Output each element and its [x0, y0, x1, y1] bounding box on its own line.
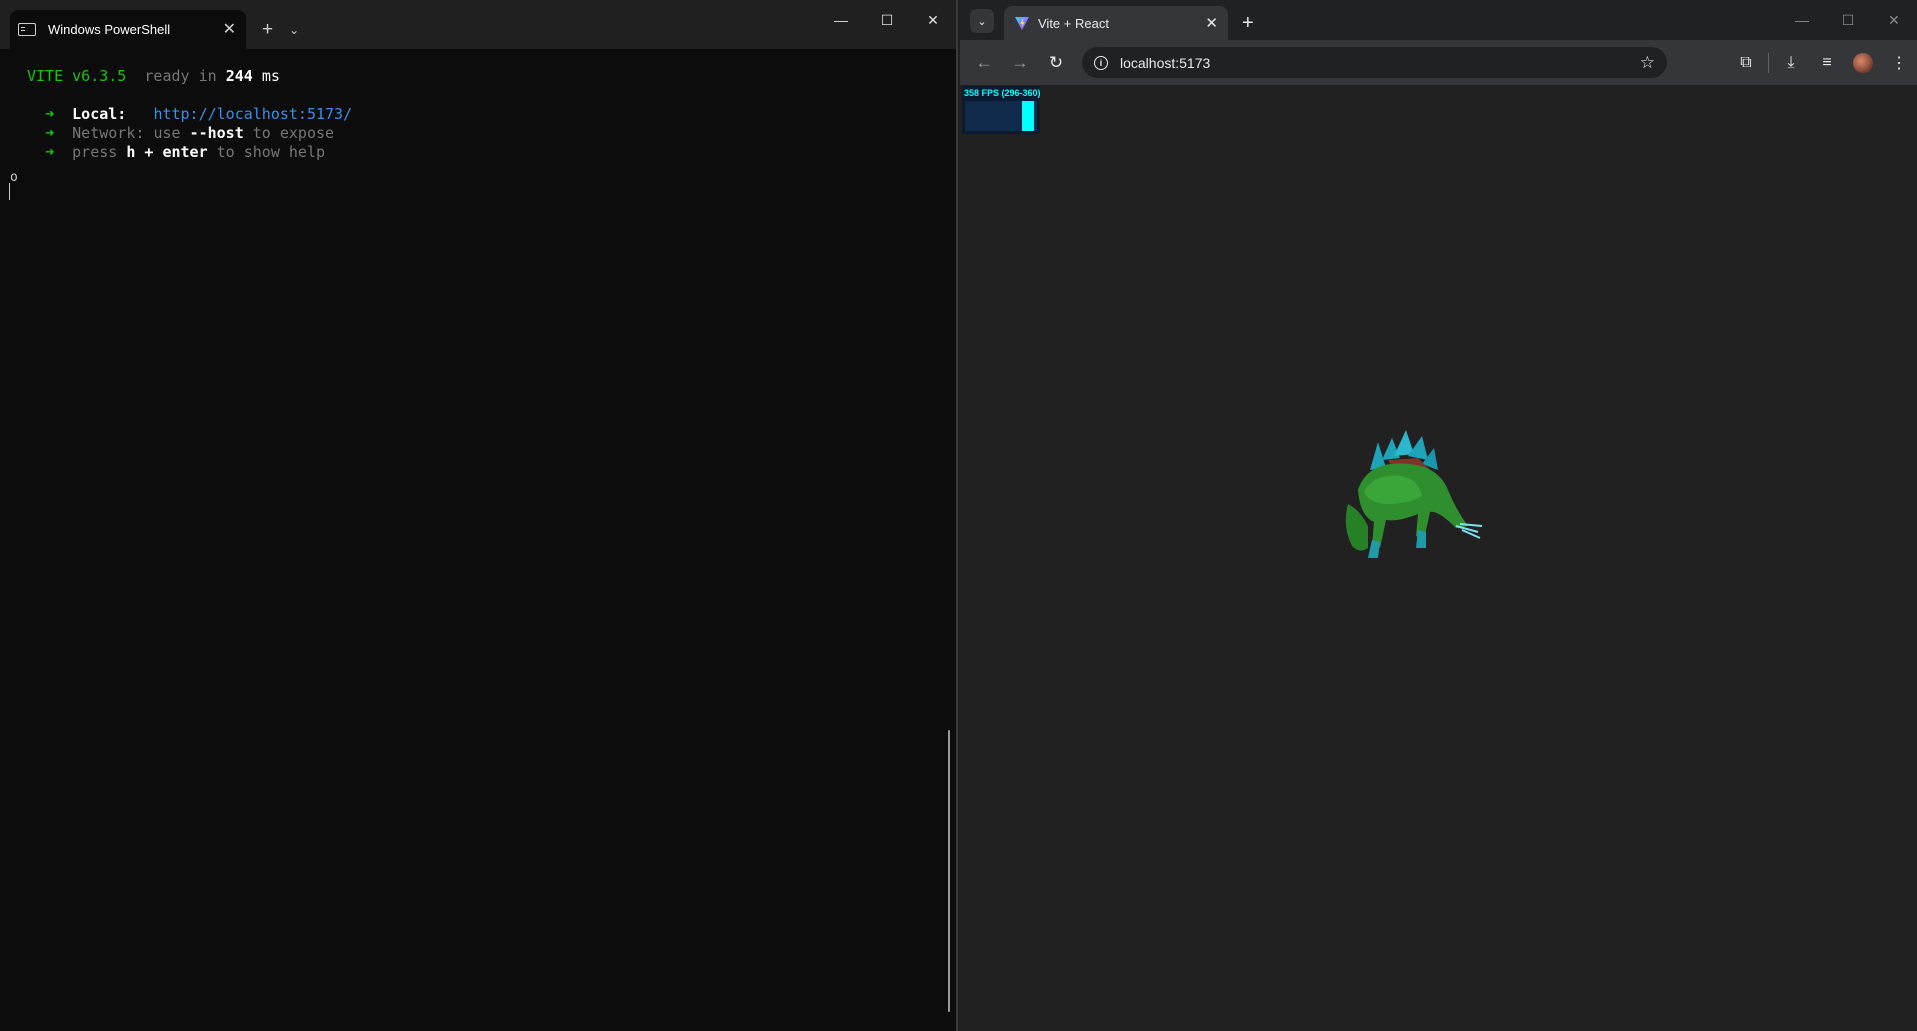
minimize-button[interactable]: — [1779, 0, 1825, 40]
profile-avatar[interactable] [1853, 52, 1873, 73]
ready-ms: 244 [225, 67, 253, 85]
maximize-button[interactable]: ☐ [1825, 0, 1871, 40]
terminal-tab[interactable]: Windows PowerShell ✕ [10, 10, 246, 49]
toolbar-divider [1768, 52, 1769, 73]
network-label: Network: [72, 124, 145, 142]
browser-tab-title: Vite + React [1038, 15, 1109, 31]
terminal-tab-title: Windows PowerShell [48, 22, 171, 37]
downloads-icon[interactable]: ⤓ [1773, 54, 1809, 72]
fps-readout: 358 FPS (296-360) [964, 88, 1041, 98]
help-line: ➜ press h + enter to show help [27, 143, 956, 162]
browser-window-controls: — ☐ ✕ [1779, 0, 1917, 40]
back-button[interactable]: ← [966, 53, 1002, 73]
arrow-icon: ➜ [45, 143, 55, 161]
local-label: Local: [72, 105, 127, 123]
browser-tab[interactable]: Vite + React ✕ [1004, 6, 1228, 40]
local-url-link[interactable]: http://localhost:5173/ [153, 105, 352, 123]
close-window-button[interactable]: ✕ [910, 0, 956, 40]
close-tab-icon[interactable]: ✕ [223, 21, 236, 38]
terminal-window: Windows PowerShell ✕ + ⌄ — ☐ ✕ VITE v6.3… [0, 0, 958, 1031]
bookmark-star-icon[interactable]: ☆ [1640, 53, 1655, 73]
vite-ready-line: VITE v6.3.5 ready in 244 ms [27, 67, 956, 86]
arrow-icon: ➜ [45, 105, 55, 123]
new-tab-button[interactable]: + [1242, 6, 1254, 40]
address-url[interactable]: localhost:5173 [1120, 55, 1640, 71]
close-tab-icon[interactable]: ✕ [1205, 14, 1218, 32]
tab-search-button[interactable]: ⌄ [970, 9, 994, 33]
terminal-window-controls: — ☐ ✕ [818, 0, 956, 40]
terminal-output[interactable]: VITE v6.3.5 ready in 244 ms ➜ Local: htt… [0, 49, 956, 162]
ms-unit: ms [261, 67, 280, 85]
site-info-icon[interactable]: i [1094, 55, 1108, 70]
fps-bar [1022, 101, 1034, 131]
terminal-titlebar: Windows PowerShell ✕ + ⌄ — ☐ ✕ [0, 0, 956, 49]
arrow-icon: ➜ [45, 124, 55, 142]
forward-button[interactable]: → [1002, 53, 1038, 73]
extensions-icon[interactable]: ⧉ [1728, 54, 1764, 72]
menu-kebab-icon[interactable]: ⋮ [1881, 53, 1917, 73]
network-expose: to expose [252, 124, 335, 142]
help-keys: h + enter [126, 143, 208, 161]
vite-logo-icon [1015, 17, 1029, 30]
text-cursor [9, 183, 10, 200]
stegosaurus-3d-model [1345, 430, 1483, 558]
terminal-prompt: o [10, 170, 18, 185]
maximize-button[interactable]: ☐ [864, 0, 910, 40]
network-flag: --host [189, 124, 244, 142]
fps-graph [965, 101, 1037, 131]
help-press: press [72, 143, 118, 161]
browser-toolbar: ← → ↻ i localhost:5173 ☆ ⧉ ⤓ ≡ ⋮ [960, 40, 1917, 85]
page-viewport[interactable]: 358 FPS (296-360) [960, 85, 1917, 1031]
fps-stats-panel[interactable]: 358 FPS (296-360) [962, 86, 1041, 134]
media-control-icon[interactable]: ≡ [1809, 54, 1845, 72]
local-line: ➜ Local: http://localhost:5173/ [27, 105, 956, 124]
network-use: use [153, 124, 181, 142]
browser-window: ⌄ Vite + React ✕ + — ☐ ✕ ← → ↻ i localho… [960, 0, 1917, 1031]
reload-button[interactable]: ↻ [1038, 53, 1074, 73]
terminal-icon [18, 23, 36, 36]
network-line: ➜ Network: use --host to expose [27, 124, 956, 143]
terminal-scrollbar[interactable] [948, 730, 950, 1012]
help-tail: to show help [216, 143, 326, 161]
address-bar[interactable]: i localhost:5173 ☆ [1082, 47, 1667, 78]
ready-text: ready in [144, 67, 217, 85]
minimize-button[interactable]: — [818, 0, 864, 40]
chevron-down-icon[interactable]: ⌄ [289, 10, 299, 49]
toolbar-actions: ⧉ ⤓ ≡ ⋮ [1728, 40, 1917, 85]
browser-tabstrip: ⌄ Vite + React ✕ + — ☐ ✕ [960, 0, 1917, 40]
new-tab-button[interactable]: + [262, 10, 273, 49]
close-window-button[interactable]: ✕ [1871, 0, 1917, 40]
vite-version: VITE v6.3.5 [27, 67, 127, 85]
